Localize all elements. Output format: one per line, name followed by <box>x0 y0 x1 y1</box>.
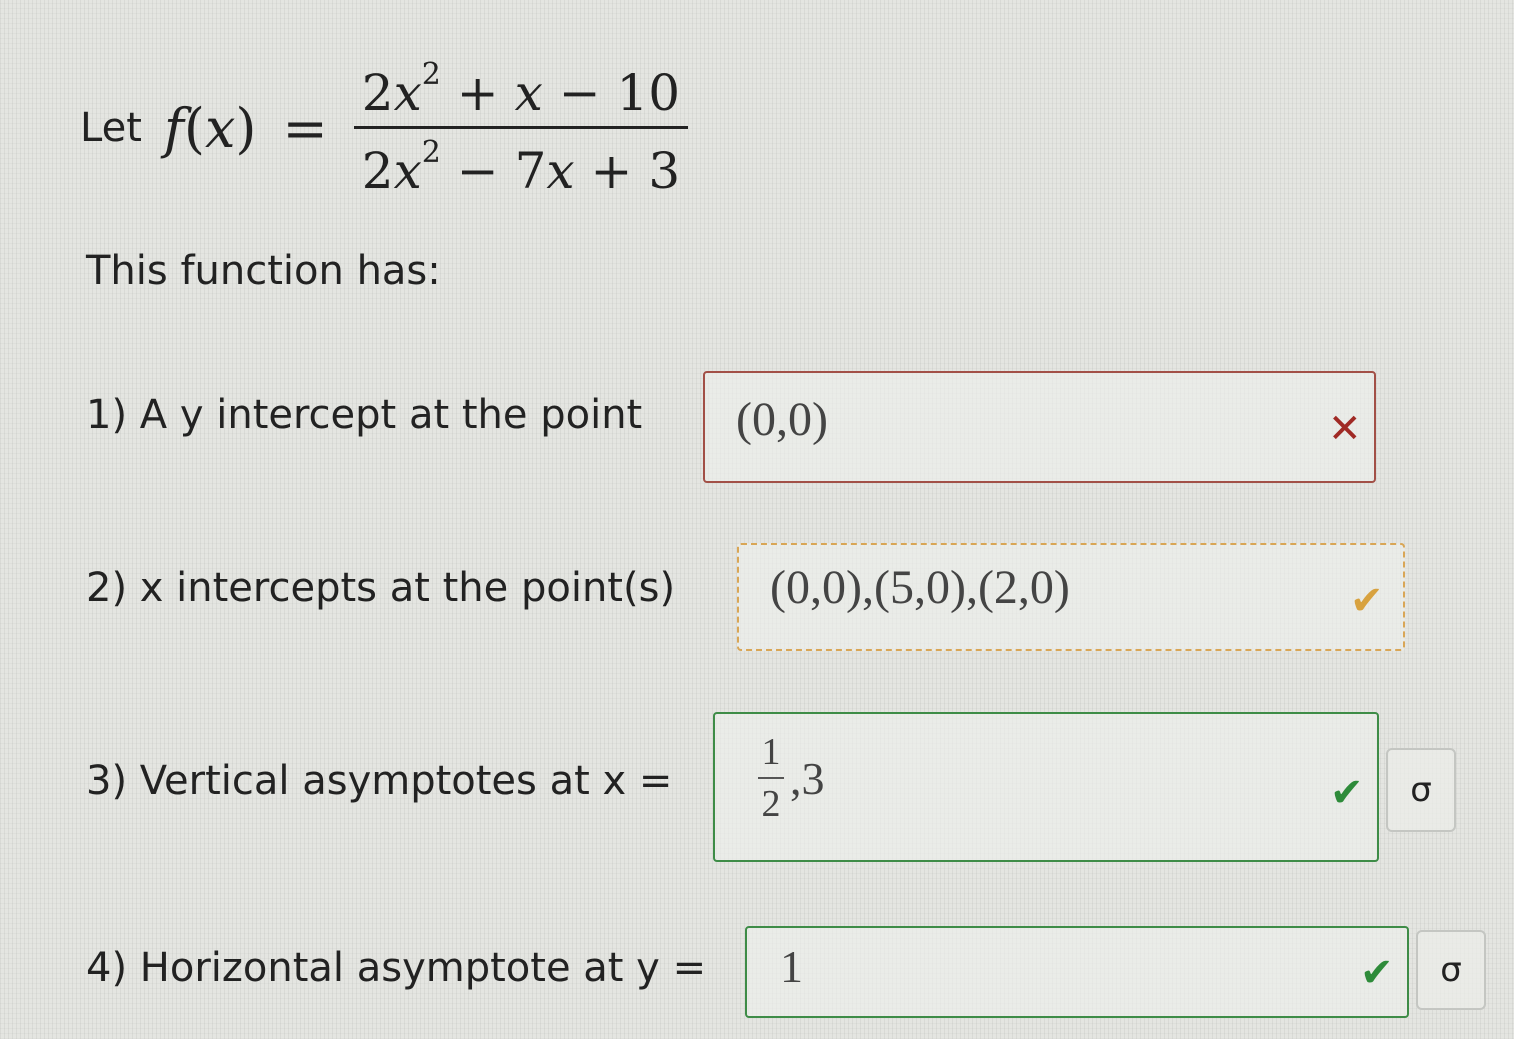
question-3-math-palette-button[interactable]: σ <box>1386 748 1456 832</box>
question-1-label: 1) A y intercept at the point <box>86 392 643 438</box>
question-3-answer-rest: ,3 <box>790 753 825 804</box>
let-word: Let <box>80 105 142 151</box>
fraction-denominator: 2 <box>761 783 781 825</box>
sigma-icon: σ <box>1410 770 1432 810</box>
fraction-denominator: 2x2 − 7x + 3 <box>361 134 681 200</box>
partial-check-icon: ✔ <box>1350 578 1384 624</box>
question-2-label: 2) x intercepts at the point(s) <box>86 565 676 611</box>
question-4-answer-field[interactable] <box>745 926 1409 1018</box>
question-4-label: 4) Horizontal asymptote at y = <box>86 945 707 991</box>
fraction-numerator: 2x2 + x − 10 <box>361 56 681 122</box>
function-definition: Let f(x) = 2x2 + x − 10 2x2 − 7x + 3 <box>80 48 689 208</box>
function-fraction: 2x2 + x − 10 2x2 − 7x + 3 <box>353 56 689 200</box>
fraction-bar <box>758 777 784 779</box>
sigma-icon: σ <box>1440 950 1462 990</box>
correct-check-icon: ✔ <box>1360 950 1394 996</box>
fraction-numerator: 1 <box>761 731 781 773</box>
question-3-answer-fraction: 1 2 <box>758 730 784 826</box>
question-1-answer-value: (0,0) <box>736 393 828 446</box>
incorrect-x-icon: ✕ <box>1328 406 1362 452</box>
correct-check-icon: ✔ <box>1330 770 1364 816</box>
intro-text: This function has: <box>86 248 441 294</box>
question-3-label: 3) Vertical asymptotes at x = <box>86 758 673 804</box>
question-4-math-palette-button[interactable]: σ <box>1416 930 1486 1010</box>
question-4-answer-value: 1 <box>780 941 803 992</box>
equals-sign: = <box>282 96 328 160</box>
function-name: f(x) <box>163 96 257 160</box>
question-2-answer-value: (0,0),(5,0),(2,0) <box>770 561 1070 614</box>
